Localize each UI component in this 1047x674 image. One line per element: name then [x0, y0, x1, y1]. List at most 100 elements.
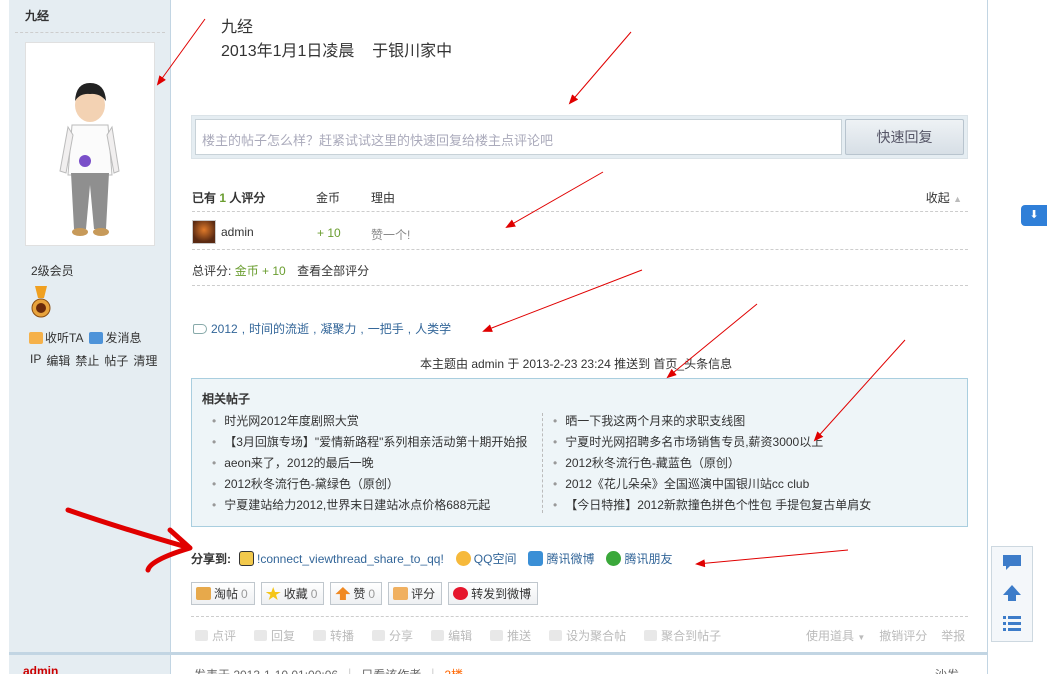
author-name[interactable]: 九经	[25, 7, 49, 24]
share-bar: 分享到: !connect_viewthread_share_to_qq! QQ…	[191, 550, 681, 567]
follow-button[interactable]: 收听TA	[29, 329, 83, 346]
related-col-left: 时光网2012年度剧照大赏 【3月回旗专场】"爱情新路程"系列相亲活动第十期开始…	[212, 413, 527, 518]
share-action[interactable]: 分享	[372, 627, 413, 644]
related-link[interactable]: 2012秋冬流行色-藏蓝色（原创）	[553, 455, 871, 476]
admin-link-edit[interactable]: 编辑	[46, 352, 70, 369]
admin-link-clean[interactable]: 清理	[133, 352, 157, 369]
caret-up-icon: ▲	[953, 194, 962, 204]
divider	[192, 285, 968, 286]
tag-item[interactable]: 时间的流逝	[249, 320, 309, 337]
tao-button[interactable]: 淘帖 0	[191, 582, 255, 605]
reply-action[interactable]: 回复	[254, 627, 295, 644]
quick-reply-input[interactable]: 楼主的帖子怎么样？赶紧试试这里的快速回复给楼主点评论吧	[195, 119, 842, 155]
author-sidebar: 九经 2级会员 收听TA 发消息 IP 编辑 禁止 帖子 清理 admin	[9, 0, 171, 674]
share-label: 分享到:	[191, 552, 231, 566]
rate-button[interactable]: 评分	[388, 582, 443, 605]
share-pengyou-button[interactable]: 腾讯朋友	[606, 550, 673, 567]
post-line: 2013年1月1日凌晨 于银川家中	[221, 43, 453, 60]
admin-link-posts[interactable]: 帖子	[104, 352, 128, 369]
relay-action[interactable]: 转播	[313, 627, 354, 644]
push-action[interactable]: 推送	[490, 627, 531, 644]
related-link[interactable]: 晒一下我这两个月来的求职支线图	[553, 413, 871, 434]
favorite-button[interactable]: 收藏 0	[260, 582, 325, 605]
view-all-ratings-link[interactable]: 查看全部评分	[297, 264, 369, 278]
forward-weibo-button[interactable]: 转发到微博	[448, 582, 539, 605]
back-to-list-button[interactable]	[996, 610, 1028, 636]
admin-link-ban[interactable]: 禁止	[75, 352, 99, 369]
share-pengyou-label: 腾讯朋友	[624, 552, 673, 566]
related-col-right: 晒一下我这两个月来的求职支线图 宁夏时光网招聘多名市场销售专员,薪资3000以上…	[553, 413, 871, 518]
related-link[interactable]: 宁夏建站给力2012,世界末日建站冰点价格688元起	[212, 497, 527, 518]
related-link[interactable]: 时光网2012年度剧照大赏	[212, 413, 527, 434]
author-only-link[interactable]: 只看该作者	[361, 666, 421, 674]
clover-icon	[606, 551, 622, 566]
related-link[interactable]: aeon来了，2012的最后一晚	[212, 455, 527, 476]
forum-post-page: 九经 2级会员 收听TA 发消息 IP 编辑 禁止 帖子 清理 admin 九经…	[0, 0, 1047, 674]
post-line: 九经	[221, 19, 254, 36]
related-posts-title: 相关帖子	[202, 392, 251, 406]
arrow-up-icon	[1003, 585, 1021, 601]
tag-item[interactable]: 2012	[211, 322, 238, 336]
pencil-icon	[431, 630, 445, 641]
related-link[interactable]: 【3月回旗专场】"爱情新路程"系列相亲活动第十期开始报	[212, 434, 527, 455]
rating-score: + 10	[317, 226, 341, 240]
aggregate-to-post-action[interactable]: 聚合到帖子	[644, 627, 721, 644]
next-author-name[interactable]: admin	[23, 664, 58, 674]
tag-item[interactable]: 人类学	[415, 320, 451, 337]
related-link[interactable]: 2012《花儿朵朵》全国巡演中国银川站cc club	[553, 476, 871, 497]
message-button[interactable]: 发消息	[89, 329, 141, 346]
chevron-down-icon: ▼	[857, 633, 866, 642]
related-link[interactable]: 【今日特推】2012新款撞色拼色个性包 手提包复古单肩女	[553, 497, 871, 518]
floating-toolbar	[991, 546, 1033, 642]
quick-reply-float-button[interactable]	[996, 550, 1028, 576]
rater-avatar[interactable]	[192, 220, 216, 244]
tag-item[interactable]: 凝聚力	[320, 320, 356, 337]
share-qzone-button[interactable]: QQ空间	[455, 550, 516, 567]
like-button[interactable]: 赞 0	[330, 582, 383, 605]
tencent-weibo-icon	[528, 551, 544, 566]
medal-icon	[31, 286, 51, 320]
tag-list: 2012, 时间的流逝, 凝聚力, 一把手, 人类学	[193, 320, 451, 337]
related-link[interactable]: 宁夏时光网招聘多名市场销售专员,薪资3000以上	[553, 434, 871, 455]
avatar[interactable]	[25, 42, 155, 246]
back-to-top-button[interactable]	[996, 580, 1028, 606]
aggregate-icon	[549, 630, 563, 641]
use-item-menu[interactable]: 使用道具 ▼	[806, 627, 865, 644]
message-label: 发消息	[105, 331, 142, 345]
tag-icon	[193, 323, 207, 334]
rater-name[interactable]: admin	[221, 225, 254, 239]
related-posts-box: 相关帖子 时光网2012年度剧照大赏 【3月回旗专场】"爱情新路程"系列相亲活动…	[191, 378, 968, 527]
aggregate-to-icon	[644, 630, 658, 641]
set-aggregate-action[interactable]: 设为聚合帖	[549, 627, 626, 644]
report-link[interactable]: 举报	[941, 627, 965, 644]
author-divider-bottom	[9, 652, 171, 655]
reply-icon	[254, 630, 268, 641]
weibo-icon	[453, 587, 469, 600]
admin-link-ip[interactable]: IP	[30, 352, 41, 369]
rating-total-value: 金币 + 10	[234, 264, 286, 278]
divider	[192, 249, 968, 250]
tag-item[interactable]: 一把手	[368, 320, 404, 337]
author-actions: 收听TA 发消息	[29, 329, 141, 346]
rating-collapse-button[interactable]: 收起 ▲	[926, 189, 962, 206]
quick-reply-button[interactable]: 快速回复	[845, 119, 964, 155]
rating-count: 已有 1 人评分	[192, 191, 266, 205]
share-qq-button[interactable]: !connect_viewthread_share_to_qq!	[239, 551, 444, 566]
post-footer-actions: 点评 回复 转播 分享 编辑 推送 设为聚合帖 聚合到帖子	[195, 627, 721, 644]
arrow-down-icon: ⬇	[1029, 209, 1039, 221]
related-link[interactable]: 2012秋冬流行色-黛绿色（原创）	[212, 476, 527, 497]
star-icon	[265, 587, 281, 600]
next-post-meta: 发表于 2013-1-10 01:00:06 | 只看该作者 | 2楼	[194, 666, 463, 674]
share-tweibo-button[interactable]: 腾讯微博	[528, 550, 594, 567]
edit-action[interactable]: 编辑	[431, 627, 472, 644]
share-qq-label: !connect_viewthread_share_to_qq!	[257, 551, 444, 566]
scroll-down-button[interactable]: ⬇	[1021, 205, 1047, 226]
post-footer-right: 使用道具 ▼ 撤销评分 举报	[806, 627, 965, 644]
tray-icon	[196, 587, 211, 600]
revoke-rating-link[interactable]: 撤销评分	[879, 627, 927, 644]
post-separator	[171, 652, 987, 655]
thumb-up-icon	[393, 587, 409, 600]
comment-action[interactable]: 点评	[195, 627, 236, 644]
rating-col-coin: 金币	[316, 191, 341, 205]
post-action-buttons: 淘帖 0 收藏 0 赞 0 评分 转发到微博	[191, 582, 539, 605]
